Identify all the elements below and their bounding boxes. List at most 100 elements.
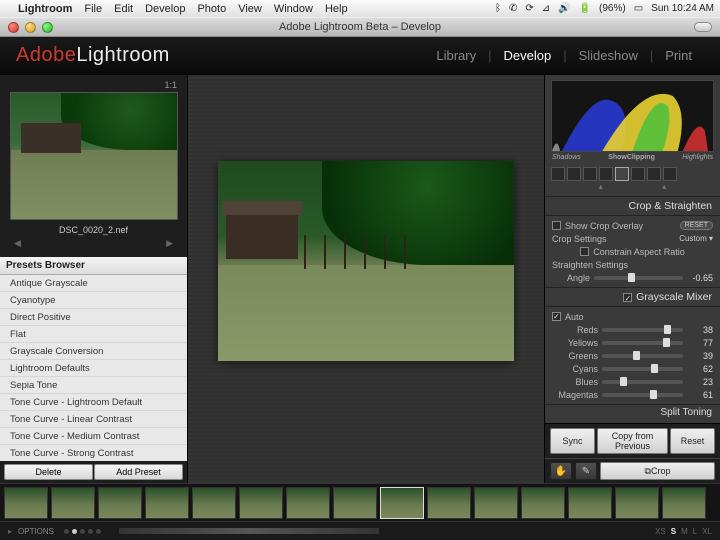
preset-item[interactable]: Tone Curve - Medium Contrast [0, 428, 187, 445]
blues-slider[interactable] [602, 380, 683, 384]
view-mode-dots[interactable] [64, 529, 101, 534]
white-balance-tool-icon[interactable]: ✎ [575, 462, 597, 480]
options-disclosure-icon[interactable]: ▸ [8, 527, 12, 536]
filmstrip-scrollbar[interactable] [119, 528, 379, 534]
bluetooth-icon[interactable]: ᛒ [495, 3, 501, 14]
preset-item[interactable]: Flat [0, 326, 187, 343]
filmstrip-thumb[interactable] [568, 487, 612, 519]
module-print[interactable]: Print [653, 48, 704, 63]
presets-panel: Presets Browser Antique Grayscale Cyanot… [0, 257, 187, 461]
highlights-label[interactable]: Highlights [682, 154, 713, 161]
center-canvas[interactable] [188, 75, 544, 483]
menu-help[interactable]: Help [325, 3, 348, 15]
module-slideshow[interactable]: Slideshow [567, 48, 650, 63]
wifi-icon[interactable]: ⊿ [542, 3, 550, 14]
navigator: 1:1 DSC_0020_2.nef ◀ ▶ [0, 75, 187, 257]
battery-icon[interactable]: 🔋 [579, 3, 591, 14]
preset-item[interactable]: Lightroom Defaults [0, 360, 187, 377]
filmstrip-thumb[interactable] [286, 487, 330, 519]
sync-icon[interactable]: ⟳ [525, 3, 533, 14]
histogram[interactable] [551, 80, 714, 152]
preset-item[interactable]: Antique Grayscale [0, 275, 187, 292]
shadows-label[interactable]: Shadows [552, 154, 581, 161]
crop-settings-dropdown[interactable]: Custom ▾ [679, 234, 713, 243]
clock[interactable]: Sun 10:24 AM [651, 3, 714, 14]
show-clipping-label[interactable]: ShowClipping [608, 154, 655, 161]
sync-button[interactable]: Sync [550, 428, 595, 454]
crop-reset-button[interactable]: RESET [680, 221, 713, 230]
size-xl[interactable]: XL [702, 527, 712, 536]
preset-item[interactable]: Tone Curve - Lightroom Default [0, 394, 187, 411]
filmstrip-thumb[interactable] [615, 487, 659, 519]
menu-file[interactable]: File [84, 3, 102, 15]
next-photo-icon[interactable]: ▶ [166, 238, 173, 249]
navigator-preview[interactable] [10, 92, 178, 220]
greens-value: 39 [687, 351, 713, 361]
filmstrip-thumb[interactable] [192, 487, 236, 519]
reds-slider[interactable] [602, 328, 683, 332]
filmstrip-thumb[interactable] [380, 487, 424, 519]
size-l[interactable]: L [693, 527, 697, 536]
module-develop[interactable]: Develop [492, 48, 564, 63]
preset-item[interactable]: Grayscale Conversion [0, 343, 187, 360]
menu-develop[interactable]: Develop [145, 3, 185, 15]
options-label: OPTIONS [18, 527, 54, 536]
crop-section: Show Crop Overlay RESET Crop Settings Cu… [545, 216, 720, 287]
preset-item[interactable]: Direct Positive [0, 309, 187, 326]
toolbar-pill-icon[interactable] [694, 22, 712, 32]
menu-edit[interactable]: Edit [114, 3, 133, 15]
size-xs[interactable]: XS [655, 527, 666, 536]
filmstrip[interactable] [0, 483, 720, 521]
reset-button[interactable]: Reset [670, 428, 715, 454]
filmstrip-thumb[interactable] [98, 487, 142, 519]
preset-item[interactable]: Tone Curve - Strong Contrast [0, 445, 187, 461]
size-s[interactable]: S [671, 527, 676, 536]
volume-icon[interactable]: 🔊 [558, 3, 570, 14]
grayscale-mixer-checkbox[interactable] [623, 293, 632, 302]
prev-photo-icon[interactable]: ◀ [14, 238, 21, 249]
menu-photo[interactable]: Photo [197, 3, 226, 15]
filmstrip-thumb[interactable] [51, 487, 95, 519]
flag-icon[interactable]: ▭ [634, 3, 643, 14]
app-menu[interactable]: Lightroom [18, 3, 72, 15]
filmstrip-thumb[interactable] [4, 487, 48, 519]
grayscale-mixer-header[interactable]: Grayscale Mixer [545, 287, 720, 307]
add-preset-button[interactable]: Add Preset [94, 464, 183, 480]
tone-curve-strip[interactable] [551, 164, 714, 184]
preset-item[interactable]: Tone Curve - Linear Contrast [0, 411, 187, 428]
filmstrip-thumb[interactable] [145, 487, 189, 519]
phone-icon[interactable]: ✆ [509, 3, 517, 14]
menu-view[interactable]: View [238, 3, 262, 15]
tool-row: ✋ ✎ ⧉ Crop [545, 458, 720, 483]
hand-tool-icon[interactable]: ✋ [550, 462, 572, 480]
crop-tool-button[interactable]: ⧉ Crop [600, 462, 715, 480]
cyans-slider[interactable] [602, 367, 683, 371]
filmstrip-thumb[interactable] [333, 487, 377, 519]
filmstrip-thumb[interactable] [239, 487, 283, 519]
magentas-label: Magentas [552, 390, 598, 400]
filmstrip-thumb[interactable] [427, 487, 471, 519]
preset-item[interactable]: Sepia Tone [0, 377, 187, 394]
auto-checkbox[interactable] [552, 312, 561, 321]
angle-slider[interactable] [594, 276, 683, 280]
crop-section-header[interactable]: Crop & Straighten [545, 196, 720, 216]
main-photo[interactable] [218, 161, 514, 361]
yellows-slider[interactable] [602, 341, 683, 345]
delete-preset-button[interactable]: Delete [4, 464, 93, 480]
copy-previous-button[interactable]: Copy from Previous [597, 428, 668, 454]
zoom-ratio[interactable]: 1:1 [10, 80, 177, 92]
split-toning-header[interactable]: Split Toning [545, 404, 720, 418]
menu-window[interactable]: Window [274, 3, 313, 15]
filmstrip-thumb[interactable] [662, 487, 706, 519]
greens-slider[interactable] [602, 354, 683, 358]
presets-list[interactable]: Antique Grayscale Cyanotype Direct Posit… [0, 275, 187, 461]
show-crop-overlay-checkbox[interactable] [552, 221, 561, 230]
filmstrip-thumb[interactable] [521, 487, 565, 519]
size-m[interactable]: M [681, 527, 688, 536]
constrain-aspect-checkbox[interactable] [580, 247, 589, 256]
filmstrip-thumb[interactable] [474, 487, 518, 519]
module-library[interactable]: Library [424, 48, 488, 63]
preset-item[interactable]: Cyanotype [0, 292, 187, 309]
magentas-slider[interactable] [602, 393, 683, 397]
caret-icon: ▲ [661, 184, 668, 196]
